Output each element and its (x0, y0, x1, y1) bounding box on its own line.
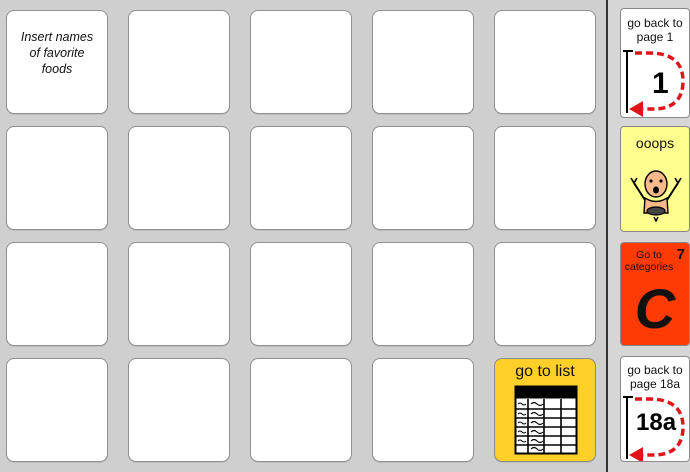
grid-cell[interactable] (6, 358, 108, 462)
go-to-categories-button[interactable]: Go to categories 7 C (620, 242, 690, 346)
page-number-1: 1 (652, 67, 669, 100)
grid-cell[interactable] (250, 358, 352, 462)
oops-face-icon (630, 170, 682, 223)
grid-cell[interactable] (128, 358, 230, 462)
grid-cell[interactable] (250, 242, 352, 346)
grid-cell[interactable] (494, 242, 596, 346)
grid-cell[interactable] (494, 10, 596, 114)
grid-cell[interactable] (372, 10, 474, 114)
grid-cell[interactable] (128, 10, 230, 114)
go-back-page-18a-label: go back to page 18a (627, 363, 683, 391)
grid-cell[interactable] (494, 126, 596, 230)
navigation-rail: go back to page 1 1 ooops Go to categori… (606, 0, 690, 472)
page-number-18a: 18a (636, 409, 677, 436)
go-back-to-page-18a-button[interactable]: go back to page 18a 18a (620, 356, 690, 462)
ooops-button[interactable]: ooops (620, 126, 690, 232)
grid-cell[interactable] (6, 126, 108, 230)
grid-cell[interactable] (250, 126, 352, 230)
communication-board: Insert names of favorite foods go to lis… (0, 0, 690, 472)
grid-cell[interactable] (372, 358, 474, 462)
grid-cell[interactable] (128, 242, 230, 346)
go-back-page-1-label: go back to page 1 (627, 16, 683, 44)
list-table-icon (514, 385, 578, 455)
grid-cell[interactable] (6, 242, 108, 346)
go-to-categories-label: Go to categories (624, 249, 674, 273)
go-to-list-button[interactable]: go to list (494, 358, 596, 462)
grid-cell[interactable] (128, 126, 230, 230)
grid-cell[interactable] (372, 126, 474, 230)
favorite-foods-note: Insert names of favorite foods (20, 30, 94, 76)
vocabulary-grid: Insert names of favorite foods go to lis… (6, 10, 598, 462)
grid-cell-favorite-foods-note[interactable]: Insert names of favorite foods (6, 10, 108, 114)
categories-letter: C (634, 277, 676, 340)
go-to-list-label: go to list (515, 363, 575, 380)
grid-cell[interactable] (250, 10, 352, 114)
go-back-to-page-1-button[interactable]: go back to page 1 1 (620, 8, 690, 118)
grid-cell[interactable] (372, 242, 474, 346)
categories-page-number: 7 (676, 246, 685, 263)
ooops-label: ooops (635, 135, 675, 151)
